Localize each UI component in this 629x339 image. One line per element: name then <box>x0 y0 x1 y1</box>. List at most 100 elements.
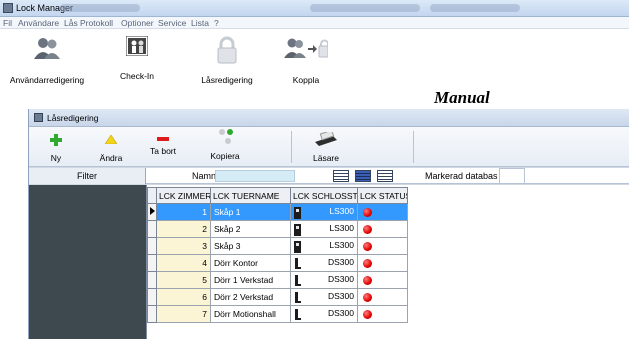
cell-tuername: Skåp 3 <box>210 237 291 255</box>
cell-tuername: Dörr Kontor <box>210 254 291 272</box>
filter-label: Filter <box>29 168 146 184</box>
row-selector[interactable] <box>147 220 157 238</box>
delete-button[interactable]: Ta bort <box>143 127 183 167</box>
new-label: Ny <box>50 153 62 163</box>
door-lock-icon <box>295 274 301 286</box>
check-in-icon <box>126 36 148 56</box>
view-grid-button[interactable] <box>377 170 393 182</box>
row-selector[interactable] <box>147 254 157 272</box>
mode-label: Manual <box>434 88 490 107</box>
name-input[interactable] <box>215 170 295 182</box>
copy-icon <box>219 129 233 144</box>
status-red-icon <box>363 208 372 218</box>
cell-status <box>357 288 408 306</box>
table-row[interactable]: 6 Dörr 2 Verkstad DS300 <box>147 288 408 306</box>
lock-type-text: DS300 <box>328 256 354 267</box>
cell-schlosstyp: LS300 <box>290 203 358 221</box>
blurred-tab <box>310 4 420 12</box>
new-button[interactable]: Ny <box>41 127 71 167</box>
cell-schlosstyp: DS300 <box>290 271 358 289</box>
cell-zimmer: 2 <box>156 220 211 238</box>
row-selector[interactable] <box>147 237 157 255</box>
lock-edit-button[interactable]: Låsredigering <box>192 30 262 88</box>
door-lock-icon <box>295 291 301 303</box>
cell-schlosstyp: DS300 <box>290 305 358 323</box>
lock-grid: LCK ZIMMERN LCK TUERNAME LCK SCHLOSSTY L… <box>146 185 629 339</box>
reader-button[interactable]: Läsare <box>301 127 351 167</box>
main-toolbar: Användarredigering Check-In Låsredigerin… <box>0 30 629 88</box>
toolbar-separator <box>291 131 292 163</box>
marked-db-field[interactable] <box>499 168 525 184</box>
menu-service[interactable]: Service <box>158 18 186 28</box>
row-selector[interactable] <box>147 271 157 289</box>
locker-lock-icon <box>294 206 301 219</box>
link-label: Koppla <box>292 75 320 85</box>
app-icon <box>3 3 13 13</box>
triangle-icon <box>105 135 117 144</box>
status-red-icon <box>363 259 372 269</box>
lock-table: LCK ZIMMERN LCK TUERNAME LCK SCHLOSSTY L… <box>147 187 408 323</box>
table-row[interactable]: 2 Skåp 2 LS300 <box>147 220 408 238</box>
cell-status <box>357 237 408 255</box>
current-row-arrow-icon <box>150 207 155 215</box>
table-row[interactable]: 4 Dörr Kontor DS300 <box>147 254 408 272</box>
col-schlosstyp[interactable]: LCK SCHLOSSTY <box>290 187 358 204</box>
blurred-tab <box>60 4 140 12</box>
status-red-icon <box>363 242 372 252</box>
check-in-button[interactable]: Check-In <box>112 30 162 88</box>
copy-button[interactable]: Kopiera <box>203 127 247 167</box>
cell-status <box>357 203 408 221</box>
cell-schlosstyp: DS300 <box>290 288 358 306</box>
cell-status <box>357 271 408 289</box>
row-selector[interactable] <box>147 288 157 306</box>
filter-panel[interactable] <box>29 185 146 339</box>
row-selector-header <box>147 187 157 204</box>
minus-icon <box>157 137 169 141</box>
table-row[interactable]: 1 Skåp 1 LS300 <box>147 203 408 221</box>
status-red-icon <box>363 276 372 286</box>
blurred-tab <box>430 4 520 12</box>
window-icon <box>34 113 43 122</box>
cell-schlosstyp: LS300 <box>290 237 358 255</box>
child-title: Låsredigering <box>47 113 99 123</box>
cell-zimmer: 7 <box>156 305 211 323</box>
users-edit-button[interactable]: Användarredigering <box>4 30 90 88</box>
cell-status <box>357 220 408 238</box>
table-row[interactable]: 5 Dörr 1 Verkstad DS300 <box>147 271 408 289</box>
lock-type-text: DS300 <box>328 273 354 284</box>
menu-lista[interactable]: Lista <box>191 18 209 28</box>
table-row[interactable]: 7 Dörr Motionshall DS300 <box>147 305 408 323</box>
plus-icon <box>50 134 62 146</box>
cell-zimmer: 4 <box>156 254 211 272</box>
col-status[interactable]: LCK STATUS <box>357 187 408 204</box>
padlock-icon <box>217 36 237 64</box>
cell-status <box>357 254 408 272</box>
cell-tuername: Dörr 1 Verkstad <box>210 271 291 289</box>
cell-tuername: Dörr 2 Verkstad <box>210 288 291 306</box>
menu-help[interactable]: ? <box>214 18 219 28</box>
edit-button[interactable]: Ändra <box>91 127 131 167</box>
users-link-lock-icon <box>284 38 328 58</box>
door-lock-icon <box>295 257 301 269</box>
cell-schlosstyp: LS300 <box>290 220 358 238</box>
table-row[interactable]: 3 Skåp 3 LS300 <box>147 237 408 255</box>
menu-protokoll[interactable]: Protokoll <box>80 18 113 28</box>
menu-optioner[interactable]: Optioner <box>121 18 154 28</box>
view-details-button[interactable] <box>355 170 371 182</box>
menu-fil[interactable]: Fil <box>3 18 12 28</box>
lock-edit-window: Låsredigering Ny Ändra Ta bort Kopiera L… <box>28 109 629 339</box>
view-list-button[interactable] <box>333 170 349 182</box>
delete-label: Ta bort <box>150 146 176 156</box>
menu-las[interactable]: Lås <box>64 18 78 28</box>
status-red-icon <box>363 225 372 235</box>
link-button[interactable]: Koppla <box>276 30 336 88</box>
row-selector[interactable] <box>147 305 157 323</box>
row-selector[interactable] <box>147 203 157 221</box>
col-tuername[interactable]: LCK TUERNAME <box>210 187 291 204</box>
cell-zimmer: 3 <box>156 237 211 255</box>
lock-type-text: LS300 <box>329 239 354 250</box>
col-zimmer[interactable]: LCK ZIMMERN <box>156 187 211 204</box>
users-icon <box>34 38 60 59</box>
menu-anvandare[interactable]: Användare <box>18 18 59 28</box>
lock-type-text: LS300 <box>329 205 354 216</box>
